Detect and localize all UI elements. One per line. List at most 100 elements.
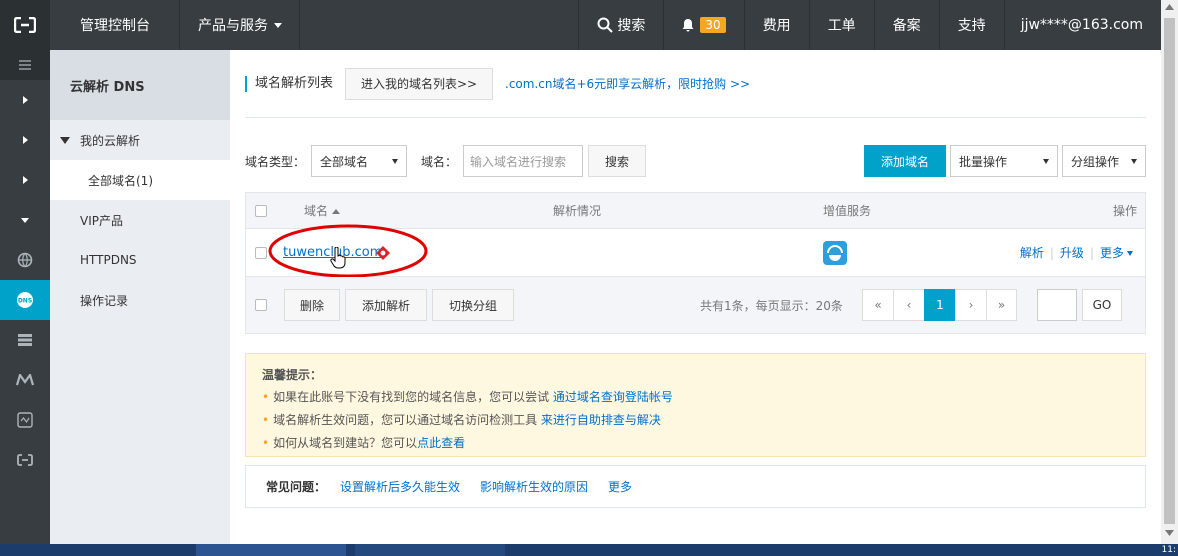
self-check-link[interactable]: 来进行自助排查与解决 bbox=[541, 413, 661, 427]
tip-line: • 如果在此账号下没有找到您的域名信息，您可以尝试 通过域名查询登陆帐号 bbox=[262, 390, 673, 404]
column-value-added: 增值服务 bbox=[823, 204, 872, 218]
rail-collapse[interactable] bbox=[0, 200, 50, 240]
globe-icon[interactable] bbox=[0, 240, 50, 280]
more-dropdown[interactable]: 更多 bbox=[1100, 246, 1133, 260]
scrollbar-thumb[interactable] bbox=[1164, 18, 1175, 524]
column-domain[interactable]: 域名 bbox=[304, 202, 341, 219]
icp-link[interactable]: 备案 bbox=[873, 0, 939, 50]
caret-right-icon bbox=[22, 176, 28, 184]
scroll-down-icon[interactable] bbox=[1165, 530, 1174, 536]
footer-checkbox[interactable] bbox=[255, 299, 267, 311]
account-lookup-link[interactable]: 通过域名查询登陆帐号 bbox=[553, 390, 673, 404]
table-row: tuwenclub.com 解析 | 升级 | 更多 bbox=[246, 224, 1145, 278]
top-navigation-bar: 管理控制台 产品与服务 搜索 30 费用 工单 备案 支持 jjw****@16… bbox=[0, 0, 1161, 50]
annotation-circle bbox=[268, 224, 428, 278]
page-title: 域名解析列表 bbox=[245, 75, 333, 92]
faq-link-effect-cause[interactable]: 影响解析生效的原因 bbox=[480, 478, 588, 495]
add-record-button[interactable]: 添加解析 bbox=[345, 289, 427, 321]
sidebar-item-vip[interactable]: VIP产品 bbox=[50, 200, 230, 240]
rail-expand-3[interactable] bbox=[0, 160, 50, 200]
last-page-button[interactable]: » bbox=[986, 289, 1017, 321]
tickets-link[interactable]: 工单 bbox=[808, 0, 874, 50]
aliyun-small-icon[interactable] bbox=[0, 440, 50, 480]
search-button[interactable]: 搜索 bbox=[588, 145, 647, 177]
chevron-down-icon bbox=[274, 22, 282, 28]
vertical-scrollbar[interactable] bbox=[1161, 0, 1178, 544]
aliyun-logo-icon[interactable] bbox=[0, 0, 50, 50]
server-stack-icon[interactable] bbox=[0, 320, 50, 360]
domain-type-select[interactable]: 全部域名 bbox=[311, 145, 408, 177]
caret-down-icon bbox=[1127, 251, 1133, 256]
promo-link[interactable]: .com.cn域名+6元即享云解析，限时抢购 >> bbox=[505, 75, 750, 92]
notifications-button[interactable]: 30 bbox=[663, 0, 743, 50]
caret-down-icon bbox=[1131, 158, 1137, 164]
column-actions: 操作 bbox=[1112, 204, 1137, 218]
billing-link[interactable]: 费用 bbox=[743, 0, 809, 50]
taskbar-app-button[interactable] bbox=[355, 544, 505, 556]
pagination: « ‹ 1 › » bbox=[862, 289, 1017, 321]
select-all-checkbox[interactable] bbox=[255, 204, 267, 217]
view-here-link[interactable]: 点此查看 bbox=[417, 436, 465, 450]
add-domain-button[interactable]: 添加域名 bbox=[864, 145, 946, 177]
main-content: 域名解析列表 进入我的域名列表>> .com.cn域名+6元即享云解析，限时抢购… bbox=[245, 50, 1146, 508]
caret-right-icon bbox=[22, 136, 28, 144]
switch-group-button[interactable]: 切换分组 bbox=[432, 289, 514, 321]
faq-link-more[interactable]: 更多 bbox=[608, 478, 632, 495]
row-checkbox[interactable] bbox=[255, 246, 267, 259]
caret-down-icon bbox=[21, 217, 29, 223]
resolve-link[interactable]: 解析 bbox=[1020, 246, 1044, 260]
scroll-up-icon[interactable] bbox=[1165, 4, 1174, 10]
search-button[interactable]: 搜索 bbox=[578, 0, 663, 50]
go-button[interactable]: GO bbox=[1082, 289, 1122, 321]
next-page-button[interactable]: › bbox=[955, 289, 986, 321]
sidebar-group-my-dns[interactable]: 我的云解析 bbox=[50, 120, 230, 160]
dns-sidebar: 云解析 DNS 我的云解析 全部域名(1) VIP产品 HTTPDNS 操作记录 bbox=[50, 50, 230, 544]
domain-type-label: 域名类型： bbox=[245, 154, 306, 169]
sidebar-item-httpdns[interactable]: HTTPDNS bbox=[50, 240, 230, 280]
taskbar-clock: 11: bbox=[1161, 545, 1176, 555]
faq-link-effect-time[interactable]: 设置解析后多久能生效 bbox=[340, 478, 460, 495]
tip-line: • 如何从域名到建站？您可以点此查看 bbox=[262, 436, 466, 450]
page-1-button[interactable]: 1 bbox=[924, 289, 955, 321]
mail-m-icon[interactable] bbox=[0, 360, 50, 400]
products-menu[interactable]: 产品与服务 bbox=[180, 0, 300, 50]
icon-rail: DNS bbox=[0, 50, 50, 544]
delete-button[interactable]: 删除 bbox=[284, 289, 340, 321]
console-link[interactable]: 管理控制台 bbox=[50, 0, 180, 50]
sidebar-item-logs[interactable]: 操作记录 bbox=[50, 280, 230, 320]
caret-right-icon bbox=[22, 96, 28, 104]
prev-page-button[interactable]: ‹ bbox=[893, 289, 924, 321]
group-operation-select[interactable]: 分组操作 bbox=[1062, 145, 1146, 177]
tip-line: • 域名解析生效问题，您可以通过域名访问检测工具 来进行自助排查与解决 bbox=[262, 413, 661, 427]
caret-down-icon bbox=[392, 158, 399, 164]
caret-down-icon bbox=[1043, 158, 1049, 164]
taskbar-browser-button[interactable] bbox=[196, 544, 346, 556]
domain-label: 域名： bbox=[421, 154, 458, 169]
search-icon bbox=[597, 17, 614, 33]
triangle-down-icon bbox=[60, 136, 70, 144]
windows-taskbar: 11: bbox=[0, 544, 1178, 556]
first-page-button[interactable]: « bbox=[862, 289, 893, 321]
notification-count-badge: 30 bbox=[700, 17, 726, 33]
cloud-shield-icon[interactable] bbox=[823, 241, 847, 265]
sort-ascending-icon bbox=[332, 209, 341, 214]
column-resolution: 解析情况 bbox=[553, 204, 602, 218]
rail-expand-2[interactable] bbox=[0, 120, 50, 160]
sidebar-item-all-domains[interactable]: 全部域名(1) bbox=[50, 160, 230, 200]
domain-search-input[interactable]: 输入域名进行搜索 bbox=[463, 145, 584, 177]
svg-text:DNS: DNS bbox=[18, 298, 32, 305]
menu-toggle-icon[interactable] bbox=[0, 50, 50, 80]
faq-label: 常见问题： bbox=[266, 480, 327, 494]
page-number-input[interactable] bbox=[1037, 289, 1077, 321]
monitor-icon[interactable] bbox=[0, 400, 50, 440]
user-account-menu[interactable]: jjw****@163.com bbox=[1003, 0, 1161, 50]
rail-expand-1[interactable] bbox=[0, 80, 50, 120]
upgrade-link[interactable]: 升级 bbox=[1060, 246, 1084, 260]
support-link[interactable]: 支持 bbox=[938, 0, 1004, 50]
tips-panel: 温馨提示： • 如果在此账号下没有找到您的域名信息，您可以尝试 通过域名查询登陆帐… bbox=[245, 353, 1146, 457]
dns-icon[interactable]: DNS bbox=[0, 280, 50, 320]
page-header: 域名解析列表 进入我的域名列表>> .com.cn域名+6元即享云解析，限时抢购… bbox=[245, 50, 1146, 118]
my-domains-button[interactable]: 进入我的域名列表>> bbox=[345, 67, 494, 100]
table-footer: 删除 添加解析 切换分组 共有1条，每页显示：20条 « ‹ 1 › » GO bbox=[246, 277, 1145, 333]
batch-operation-select[interactable]: 批量操作 bbox=[950, 145, 1058, 177]
